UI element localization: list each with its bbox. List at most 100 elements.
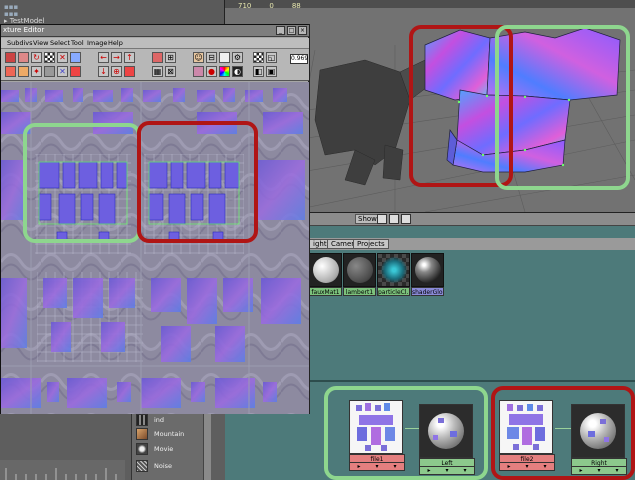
menu-help[interactable]: Help — [108, 39, 123, 47]
layout-single-icon[interactable] — [377, 214, 387, 224]
list-item-mountain[interactable]: Mountain — [134, 427, 210, 441]
material-label: shaderGlo... — [411, 287, 444, 296]
list-item-noise[interactable]: Noise — [134, 459, 210, 473]
window-title: xture Editor — [3, 26, 45, 34]
file-node[interactable]: file1 ▸ ▾ ▾ — [349, 400, 405, 471]
menu-tool[interactable]: Tool — [71, 39, 84, 47]
file-node-label: file2 — [499, 454, 555, 463]
material-swatch[interactable]: particleCl... — [377, 253, 410, 297]
unfold-icon[interactable]: ✦ — [31, 66, 42, 77]
close-icon[interactable]: × — [298, 26, 307, 35]
color-wheel-icon[interactable] — [219, 66, 230, 77]
layout-split-icon[interactable] — [389, 214, 399, 224]
minimize-icon[interactable]: _ — [276, 26, 285, 35]
select-icon[interactable]: ⊞ — [165, 52, 176, 63]
list-item-label: Noise — [154, 462, 173, 470]
material-node-label: Right — [571, 458, 627, 467]
snapshot-icon[interactable]: ▣ — [266, 66, 277, 77]
file-thumbnail — [499, 400, 553, 454]
user-icon[interactable]: ☺ — [193, 52, 204, 63]
list-item-label: ind — [154, 416, 165, 424]
connection-line — [555, 428, 571, 429]
checker-display-icon[interactable] — [253, 52, 264, 63]
texture-thumbnail-icon — [351, 401, 401, 453]
align-icon[interactable] — [18, 66, 29, 77]
hud-readout: 710 0 88 — [238, 2, 301, 10]
move-up-icon[interactable]: ↑ — [124, 52, 135, 63]
material-node[interactable]: Left ▸ ▾ ▾ — [419, 404, 475, 475]
flip-v-icon[interactable] — [18, 52, 29, 63]
expand-icon[interactable]: ⊕ — [111, 66, 122, 77]
library-scrollbar[interactable] — [203, 413, 211, 480]
node-expand-controls[interactable]: ▸ ▾ ▾ — [571, 467, 627, 475]
shell-icon[interactable]: ▦ — [152, 66, 163, 77]
tab-projects[interactable]: Projects — [353, 239, 389, 249]
connection-line — [405, 428, 419, 429]
list-item[interactable]: ind — [134, 413, 210, 427]
menu-image[interactable]: Image — [87, 39, 107, 47]
image-range-icon[interactable]: ◱ — [266, 52, 277, 63]
editor-toolbar: ↻ ✕ ← → ↑ ⊞ ☺ ⊟ ⚙ ◱ ✦ ✕ ↓ ⊕ ▦ ⊠ ● ◐ ◧ ▣ … — [1, 49, 309, 81]
straighten-icon[interactable] — [70, 66, 81, 77]
material-swatch[interactable]: lambert1 — [343, 253, 376, 297]
flip-u-icon[interactable] — [5, 52, 16, 63]
texture-thumbnail-icon — [501, 401, 551, 453]
layout-icon[interactable] — [44, 66, 55, 77]
uv-texture-editor-window: xture Editor _ □ × Subdivs View Select T… — [0, 24, 310, 414]
dim-image-icon[interactable]: ◐ — [232, 66, 243, 77]
texture-icon — [136, 414, 148, 426]
cut-uv-icon[interactable]: ✕ — [57, 52, 68, 63]
material-node[interactable]: Right ▸ ▾ ▾ — [571, 404, 627, 475]
material-node-label: Left — [419, 458, 475, 467]
list-item-movie[interactable]: Movie — [134, 442, 210, 456]
material-preview — [343, 253, 376, 287]
material-swatch-selected[interactable]: shaderGlo... — [411, 253, 444, 297]
material-swatch[interactable]: fauxMat1 — [309, 253, 342, 297]
menu-select[interactable]: Select — [50, 39, 70, 47]
window-titlebar[interactable]: xture Editor _ □ × — [1, 25, 309, 37]
zoom-field[interactable]: 0.969 — [290, 54, 308, 64]
display-icon[interactable]: ◧ — [253, 66, 264, 77]
isolate-icon[interactable]: ⊠ — [165, 66, 176, 77]
mountain-texture-icon — [136, 428, 148, 440]
noise-texture-icon — [136, 460, 148, 472]
sew-uv-icon[interactable] — [70, 52, 81, 63]
list-item-label: Movie — [154, 445, 174, 453]
menu-view[interactable]: View — [33, 39, 48, 47]
menu-subdivs[interactable]: Subdivs — [7, 39, 33, 47]
file-node-label: file1 — [349, 454, 405, 463]
grid-icon[interactable]: ⊟ — [206, 52, 217, 63]
menu-bar: Subdivs View Select Tool Image Help — [1, 38, 309, 49]
checker-icon[interactable] — [44, 52, 55, 63]
red-channel-icon[interactable]: ● — [206, 66, 217, 77]
move-right-icon[interactable]: → — [111, 52, 122, 63]
material-label: lambert1 — [343, 287, 376, 296]
move-down-icon[interactable]: ↓ — [98, 66, 109, 77]
scale-icon[interactable] — [5, 66, 16, 77]
material-thumbnail — [571, 404, 625, 458]
node-expand-controls[interactable]: ▸ ▾ ▾ — [349, 463, 405, 471]
maximize-icon[interactable]: □ — [287, 26, 296, 35]
material-thumbnail — [419, 404, 473, 458]
node-expand-controls[interactable]: ▸ ▾ ▾ — [499, 463, 555, 471]
file-thumbnail — [349, 400, 403, 454]
snap-icon[interactable] — [152, 52, 163, 63]
move-left-icon[interactable]: ← — [98, 52, 109, 63]
frame-icon[interactable] — [219, 52, 230, 63]
pin-icon[interactable] — [124, 66, 135, 77]
desktop: ▪▪▪ ▪▪▪ ▸ TestModel 710 0 88 Show ights … — [0, 0, 635, 480]
settings-icon[interactable]: ⚙ — [232, 52, 243, 63]
file-node[interactable]: file2 ▸ ▾ ▾ — [499, 400, 555, 471]
material-label: fauxMat1 — [309, 287, 342, 296]
shade-icon[interactable] — [193, 66, 204, 77]
layout-bottom-icon[interactable] — [401, 214, 411, 224]
material-label: particleCl... — [377, 287, 410, 296]
rotate-icon[interactable]: ↻ — [31, 52, 42, 63]
uv-canvas[interactable] — [1, 82, 309, 414]
relax-icon[interactable]: ✕ — [57, 66, 68, 77]
texture-library-list: ind Mountain Movie Noise — [131, 413, 211, 480]
node-expand-controls[interactable]: ▸ ▾ ▾ — [419, 467, 475, 475]
uv-layout-image — [1, 82, 309, 414]
time-slider-ticks — [5, 468, 117, 480]
material-preview — [377, 253, 410, 287]
